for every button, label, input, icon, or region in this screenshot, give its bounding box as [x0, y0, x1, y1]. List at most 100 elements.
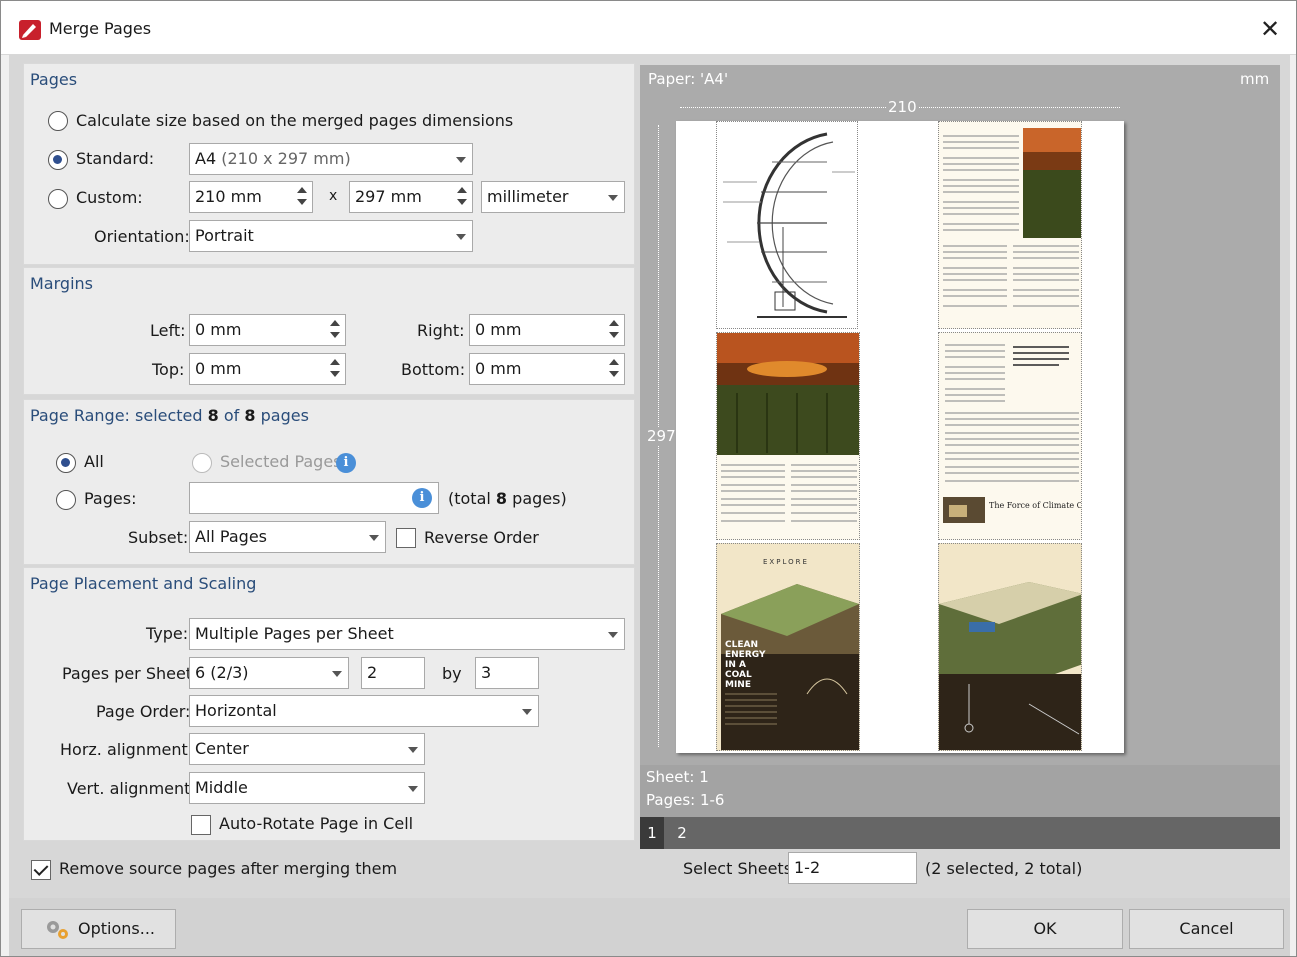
margin-bottom-value: 0 mm — [475, 359, 522, 378]
unit-value: millimeter — [487, 187, 569, 206]
horz-alignment-select[interactable]: Center — [189, 733, 425, 765]
unit-select[interactable]: millimeter — [481, 181, 625, 213]
range-pages-label: Pages: — [84, 489, 137, 508]
page-range-title: Page Range: selected 8 of 8 pages — [30, 406, 309, 425]
spinner-icon[interactable] — [608, 358, 620, 380]
close-icon[interactable]: ✕ — [1253, 15, 1287, 43]
sheet-label: Sheet: 1 — [646, 768, 709, 786]
chevron-down-icon — [456, 157, 466, 163]
terrain-diagram-image — [939, 582, 1081, 750]
chevron-down-icon — [408, 747, 418, 753]
reverse-order-checkbox[interactable] — [396, 528, 416, 548]
orientation-value: Portrait — [195, 226, 254, 245]
chevron-down-icon — [408, 786, 418, 792]
total-post: pages) — [512, 489, 567, 508]
range-all-radio[interactable] — [56, 453, 76, 473]
type-select[interactable]: Multiple Pages per Sheet — [189, 618, 625, 650]
spinner-icon[interactable] — [296, 186, 308, 208]
range-title-pre: Page Range: selected — [30, 406, 203, 425]
page-thumb-3 — [716, 332, 860, 540]
margin-left-label: Left: — [150, 321, 186, 340]
margin-left-input[interactable]: 0 mm — [189, 314, 346, 346]
page-order-select[interactable]: Horizontal — [189, 695, 539, 727]
standard-label: Standard: — [76, 149, 155, 168]
horz-alignment-value: Center — [195, 739, 249, 758]
columns-input[interactable]: 2 — [361, 657, 425, 689]
margins-section-title: Margins — [30, 274, 93, 293]
vert-alignment-select[interactable]: Middle — [189, 772, 425, 804]
select-sheets-summary: (2 selected, 2 total) — [925, 859, 1083, 878]
margin-right-input[interactable]: 0 mm — [469, 314, 625, 346]
page-range-section: Page Range: selected 8 of 8 pages All Se… — [23, 399, 635, 565]
auto-rotate-checkbox[interactable] — [191, 815, 211, 835]
custom-height-value: 297 mm — [355, 187, 422, 206]
margin-left-value: 0 mm — [195, 320, 242, 339]
title-bar: Merge Pages ✕ — [1, 1, 1296, 55]
margins-section: Margins Left: 0 mm Right: 0 mm Top: 0 mm… — [23, 267, 635, 395]
custom-height-input[interactable]: 297 mm — [349, 181, 473, 213]
unit-label: mm — [1240, 70, 1270, 88]
pages-per-sheet-value: 6 (2/3) — [195, 663, 249, 682]
spinner-icon[interactable] — [608, 319, 620, 341]
rows-value: 3 — [481, 663, 492, 682]
page-thumb-2 — [938, 121, 1082, 329]
custom-width-input[interactable]: 210 mm — [189, 181, 313, 213]
spinner-icon[interactable] — [456, 186, 468, 208]
select-sheets-input[interactable]: 1-2 — [788, 852, 917, 884]
standard-size-value: A4 — [195, 149, 217, 168]
type-value: Multiple Pages per Sheet — [195, 624, 394, 643]
subset-select[interactable]: All Pages — [189, 521, 386, 553]
page-thumb-6 — [938, 543, 1082, 751]
rows-input[interactable]: 3 — [475, 657, 539, 689]
placement-section-title: Page Placement and Scaling — [30, 574, 257, 593]
pages-per-sheet-select[interactable]: 6 (2/3) — [189, 657, 349, 689]
placement-section: Page Placement and Scaling Type: Multipl… — [23, 567, 635, 841]
orientation-select[interactable]: Portrait — [189, 220, 473, 252]
remove-source-label: Remove source pages after merging them — [59, 859, 398, 878]
pages-section-title: Pages — [30, 70, 78, 89]
times-label: x — [329, 188, 338, 204]
range-total-count: 8 — [244, 406, 256, 425]
spinner-icon[interactable] — [329, 319, 341, 341]
subset-value: All Pages — [195, 527, 267, 546]
spinner-icon[interactable] — [329, 358, 341, 380]
margin-bottom-input[interactable]: 0 mm — [469, 353, 625, 385]
remove-source-checkbox[interactable] — [31, 860, 51, 880]
custom-radio[interactable] — [48, 189, 68, 209]
options-button[interactable]: Options... — [21, 909, 176, 949]
ok-button[interactable]: OK — [967, 909, 1123, 949]
margin-top-input[interactable]: 0 mm — [189, 353, 346, 385]
range-selected-count: 8 — [207, 406, 219, 425]
auto-rotate-label: Auto-Rotate Page in Cell — [219, 814, 414, 833]
pages-per-sheet-label: Pages per Sheet: — [62, 664, 198, 683]
info-icon[interactable]: i — [336, 453, 356, 473]
standard-radio[interactable] — [48, 150, 68, 170]
columns-value: 2 — [367, 663, 378, 682]
pages-section: Pages Calculate size based on the merged… — [23, 63, 635, 265]
sheet-tab-1[interactable]: 1 — [640, 817, 664, 849]
calc-size-radio[interactable] — [48, 111, 68, 131]
selected-pages-radio[interactable] — [192, 453, 212, 473]
page-order-value: Horizontal — [195, 701, 277, 720]
margin-right-label: Right: — [417, 321, 465, 340]
pages-input[interactable]: i — [189, 482, 439, 514]
selected-pages-label: Selected Pages — [220, 452, 342, 471]
gears-icon — [47, 921, 68, 939]
window-title: Merge Pages — [49, 19, 152, 38]
range-title-post: pages — [260, 406, 309, 425]
app-logo-icon — [19, 20, 41, 40]
page-thumb-5: EXPLORE CLEAN ENERGY IN A COAL MINE — [716, 543, 860, 751]
horz-alignment-label: Horz. alignment: — [60, 740, 194, 759]
options-label: Options... — [78, 919, 155, 938]
cancel-button[interactable]: Cancel — [1129, 909, 1284, 949]
info-icon[interactable]: i — [412, 488, 432, 508]
dialog-body: Pages Calculate size based on the merged… — [9, 55, 1290, 898]
total-count: 8 — [495, 489, 508, 508]
standard-size-detail: (210 x 297 mm) — [221, 149, 351, 168]
sheet-tab-2[interactable]: 2 — [670, 817, 694, 849]
paper-label: Paper: 'A4' — [648, 70, 729, 88]
vert-alignment-value: Middle — [195, 778, 248, 797]
climate-article-heading: The Force of Climate Change — [989, 501, 1081, 510]
standard-size-select[interactable]: A4 (210 x 297 mm) — [189, 143, 473, 175]
range-pages-radio[interactable] — [56, 490, 76, 510]
